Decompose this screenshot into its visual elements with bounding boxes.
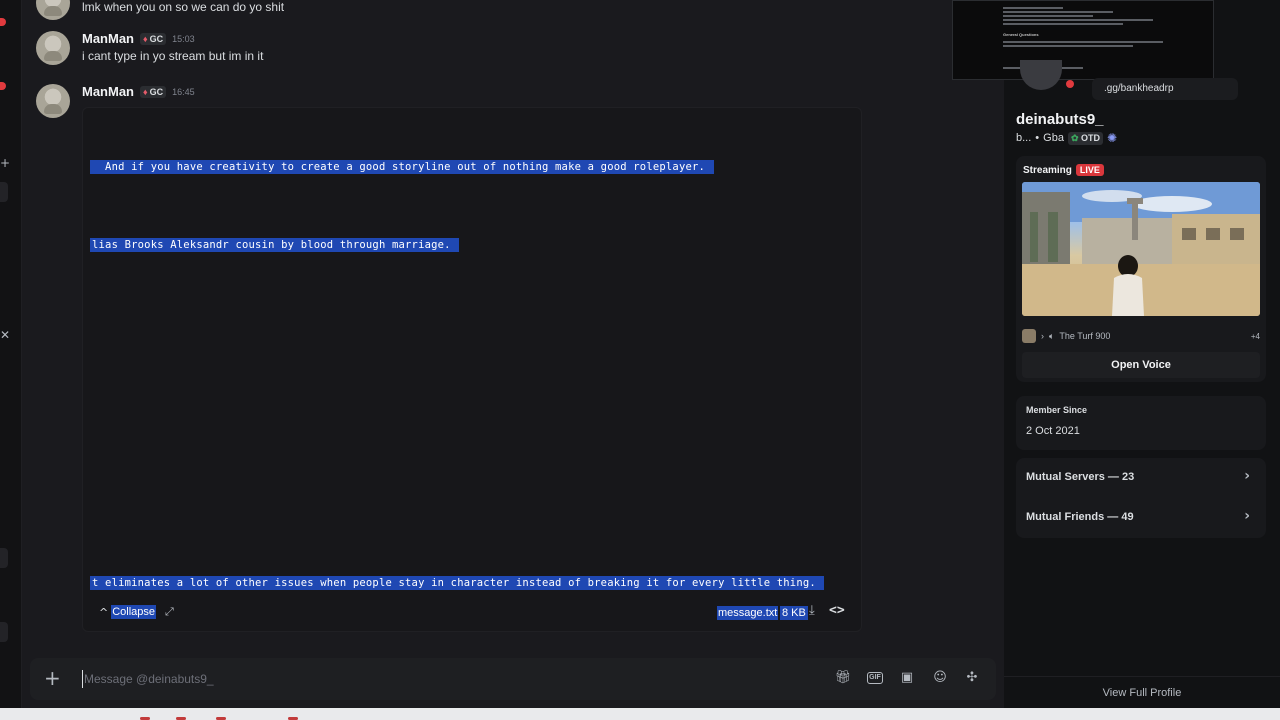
- message: lmk when you on so we can do yo shit: [36, 0, 436, 20]
- selected-text-line[interactable]: lias Brooks Aleksandr cousin by blood th…: [90, 238, 460, 252]
- upload-plus-icon[interactable]: +: [44, 667, 61, 689]
- avatar[interactable]: [36, 0, 70, 20]
- voice-channel-row[interactable]: › 🔈︎ The Turf 900 +4: [1022, 328, 1260, 344]
- nitro-badge-icon[interactable]: ✺: [1107, 131, 1117, 145]
- message: ManMan ♦ GC 15:03 i cant type in yo strea…: [36, 31, 436, 67]
- guild-tag[interactable]: ♦ GC: [140, 85, 167, 98]
- message-text: i cant type in yo stream but im in it: [82, 49, 264, 63]
- speaker-icon: 🔈︎: [1049, 330, 1055, 341]
- sticker-icon[interactable]: ▣: [898, 669, 916, 687]
- separator-dot: •: [1035, 132, 1040, 144]
- guild-tag-label: GC: [149, 33, 164, 44]
- guild-tag-label: GC: [149, 86, 164, 97]
- voice-member-count: +4: [1250, 331, 1260, 341]
- chat-area: lmk when you on so we can do yo shit Man…: [22, 0, 1004, 708]
- server-strip: + ✕: [0, 0, 22, 708]
- gif-label: GIF: [867, 671, 883, 684]
- live-badge: LIVE: [1075, 164, 1104, 176]
- author-name[interactable]: ManMan: [82, 31, 134, 46]
- member-since-label: Member Since: [1026, 405, 1088, 415]
- taskbar: [0, 708, 1280, 720]
- chevron-right-icon: ›: [1244, 508, 1250, 524]
- download-icon[interactable]: ⤓: [809, 603, 815, 618]
- pip-title: General Questions: [1003, 32, 1039, 37]
- server-icon: [1022, 329, 1036, 343]
- text-file-attachment: And if you have creativity to create a g…: [82, 107, 862, 632]
- dnd-status-icon: [1066, 80, 1074, 88]
- selected-text-line[interactable]: And if you have creativity to create a g…: [90, 160, 714, 174]
- expand-icon[interactable]: ⤢: [165, 605, 174, 619]
- author-name[interactable]: ManMan: [82, 84, 134, 99]
- message-text: lmk when you on so we can do yo shit: [82, 0, 285, 14]
- avatar[interactable]: [36, 84, 70, 118]
- voice-channel-name: The Turf 900: [1059, 331, 1111, 341]
- file-size: 8 KB: [780, 606, 808, 620]
- avatar[interactable]: [36, 31, 70, 65]
- timestamp: 15:03: [172, 33, 195, 44]
- chevron-right-icon: ›: [1041, 331, 1044, 341]
- chevron-right-icon: ›: [1244, 468, 1250, 484]
- display-name: deinabuts9_: [1016, 111, 1104, 128]
- attachment-footer: ^ Collapse ⤢ message.txt 8 KB ⤓ <>: [83, 601, 861, 631]
- emoji-icon[interactable]: ☺: [931, 669, 949, 687]
- custom-status-link[interactable]: .gg/bankheadrp: [1092, 78, 1238, 100]
- member-since-date: 2 Oct 2021: [1026, 425, 1080, 437]
- member-since-card: Member Since 2 Oct 2021: [1016, 396, 1266, 450]
- unread-indicator: [0, 18, 6, 26]
- open-voice-button[interactable]: Open Voice: [1022, 352, 1260, 378]
- gem-icon: ♦: [143, 33, 148, 44]
- apps-icon[interactable]: ✣: [963, 669, 981, 687]
- timestamp: 16:45: [172, 86, 195, 97]
- server-icon[interactable]: [0, 548, 8, 568]
- server-icon[interactable]: [0, 182, 8, 202]
- mutuals-card: Mutual Servers — 23 › Mutual Friends — 4…: [1016, 458, 1266, 538]
- guild-tag[interactable]: ✿ OTD: [1067, 131, 1104, 145]
- stream-pip-preview[interactable]: General Questions: [952, 0, 1214, 80]
- collapse-label: Collapse: [111, 605, 157, 619]
- mutual-servers-item[interactable]: Mutual Servers — 23 ›: [1016, 458, 1266, 498]
- server-icon[interactable]: [0, 622, 8, 642]
- add-server-icon[interactable]: +: [0, 156, 10, 170]
- guild-tag[interactable]: ♦ GC: [140, 32, 167, 45]
- stream-thumbnail[interactable]: [1022, 182, 1260, 316]
- gift-icon[interactable]: 🎁︎: [834, 669, 852, 687]
- file-name[interactable]: message.txt: [717, 606, 779, 620]
- gem-icon: ♦: [143, 86, 148, 97]
- mutual-servers-label: Mutual Servers — 23: [1026, 471, 1135, 483]
- selected-text-line[interactable]: t eliminates a lot of other issues when …: [90, 576, 825, 590]
- view-full-profile-button[interactable]: View Full Profile: [1004, 676, 1280, 708]
- message-composer: + 🎁︎ GIF ▣ ☺ ✣: [30, 658, 996, 700]
- guild-tag-label: OTD: [1081, 132, 1101, 143]
- collapse-button[interactable]: ^ Collapse: [99, 605, 157, 619]
- streaming-card: Streaming LIVE › 🔈︎ The Turf 900 +4 Open…: [1016, 156, 1266, 382]
- message-input[interactable]: [82, 670, 782, 688]
- username: b...: [1016, 132, 1032, 144]
- view-code-icon[interactable]: <>: [829, 603, 845, 618]
- chevron-up-icon: ^: [99, 605, 109, 619]
- close-icon[interactable]: ✕: [0, 328, 10, 342]
- leaf-icon: ✿: [1070, 132, 1079, 143]
- gif-button[interactable]: GIF: [866, 669, 884, 687]
- mutual-friends-item[interactable]: Mutual Friends — 49 ›: [1016, 498, 1266, 538]
- discord-window: + ✕ lmk when you on so we can do yo shit…: [0, 0, 1280, 720]
- mutual-friends-label: Mutual Friends — 49: [1026, 511, 1134, 523]
- region-text: Gba: [1043, 132, 1064, 144]
- unread-indicator: [0, 82, 6, 90]
- stream-scene: [1022, 182, 1260, 316]
- profile-subline: b... • Gba ✿ OTD ✺: [1016, 131, 1117, 145]
- streaming-label: Streaming: [1023, 164, 1072, 176]
